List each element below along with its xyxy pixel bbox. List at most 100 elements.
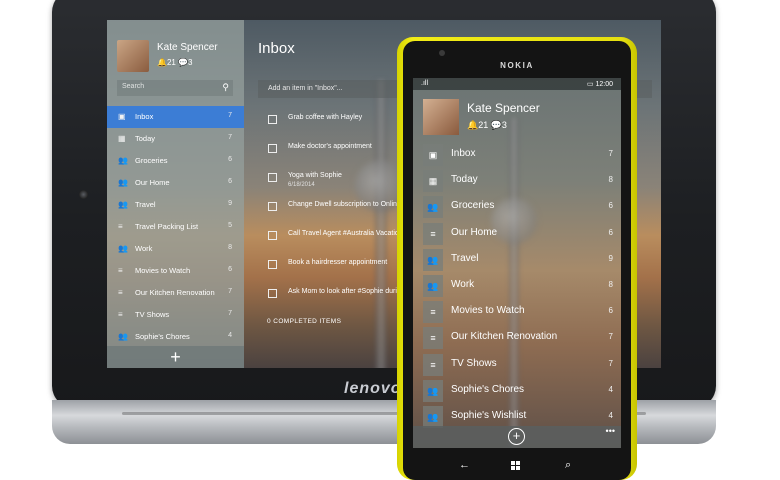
list-item-label: Travel [451,252,479,264]
phone-brand-logo: NOKIA [500,61,534,70]
sidebar-item[interactable]: 👥 Work 8 [107,238,244,260]
sidebar-item-label: Groceries [135,156,168,165]
list-item[interactable]: 👥 Groceries 6 [413,194,621,220]
search-icon[interactable]: ⌕ [565,459,571,472]
profile-header[interactable]: Kate Spencer 🔔21 💬3 [117,40,237,74]
people-icon: 👥 [423,196,443,219]
phone-hardware-nav: ← ⌕ [403,459,631,479]
list-icon: ≡ [423,301,443,324]
sidebar-item[interactable]: 👥 Sophie's Chores 4 [107,326,244,348]
task-checkbox[interactable] [268,289,277,298]
windows-start-icon[interactable] [511,461,521,471]
people-icon: 👥 [118,332,128,341]
list-item-label: Sophie's Chores [451,383,525,395]
list-item-count: 6 [608,201,613,211]
sidebar-item-label: Sophie's Chores [135,332,190,341]
list-item[interactable]: ≡ Our Kitchen Renovation 7 [413,325,621,351]
list-item-count: 7 [608,149,613,158]
list-icon: ≡ [118,288,123,297]
task-checkbox[interactable] [268,231,277,240]
list-item-label: Work [451,278,475,290]
list-item-count: 7 [608,358,613,368]
avatar[interactable] [423,99,459,135]
task-checkbox[interactable] [268,202,277,211]
completed-items-toggle[interactable]: 0 COMPLETED ITEMS [267,318,341,325]
sidebar-item-count: 6 [228,178,232,185]
list-item-label: Our Home [451,226,498,238]
sidebar-item-count: 7 [228,134,232,141]
task-title: Yoga with Sophie [288,172,342,179]
task-checkbox[interactable] [268,260,277,269]
profile-stats[interactable]: 🔔21 💬3 [467,120,507,131]
list-item[interactable]: 👥 Travel 9 [413,247,621,273]
list-item-count: 6 [608,306,613,316]
list-item-label: Groceries [451,200,495,212]
list-item-count: 7 [608,332,613,342]
sidebar-item-count: 6 [228,156,232,163]
task-title: Book a hairdresser appointment [288,259,388,266]
list-item-count: 6 [608,227,613,237]
list-icon: ≡ [423,353,443,376]
list-item-label: Movies to Watch [451,305,525,317]
back-icon[interactable]: ← [459,459,470,471]
list-item[interactable]: ≡ TV Shows 7 [413,352,621,378]
task-checkbox[interactable] [268,144,277,153]
inbox-icon: ▣ [118,112,126,121]
sidebar-item-count: 7 [228,310,232,317]
sidebar-item-label: Our Home [135,178,170,187]
sidebar-item[interactable]: 👥 Groceries 6 [107,150,244,172]
list-icon: ≡ [423,222,443,245]
add-list-button[interactable]: + [107,346,244,368]
page-title: Inbox [258,40,295,57]
people-icon: 👥 [118,156,128,165]
tablet-brand-logo: lenovo [344,380,402,397]
people-icon: 👥 [118,200,128,209]
add-list-button[interactable]: + [508,428,525,445]
sidebar-item[interactable]: ▣ Inbox 7 [107,106,244,128]
list-item[interactable]: 👥 Sophie's Chores 4 [413,378,621,404]
sidebar-item[interactable]: ≡ Movies to Watch 6 [107,260,244,282]
sidebar-item-count: 7 [228,288,232,295]
inbox-icon: ▣ [423,144,443,166]
list-item[interactable]: 👥 Work 8 [413,273,621,299]
add-item-placeholder: Add an item in "Inbox"... [268,85,343,92]
profile-stats[interactable]: 🔔21 💬3 [157,58,193,67]
phone-camera [439,50,445,56]
list-item[interactable]: ▦ Today 8 [413,168,621,194]
task-checkbox[interactable] [268,115,277,124]
people-icon: 👥 [423,248,443,271]
list-icon: ≡ [118,266,123,275]
people-icon: 👥 [118,244,128,253]
sidebar-item[interactable]: ≡ TV Shows 7 [107,304,244,326]
list-item-label: Our Kitchen Renovation [451,331,558,343]
task-title: Grab coffee with Hayley [288,114,363,121]
people-icon: 👥 [423,274,443,297]
list-item-count: 8 [608,175,613,185]
phone-face: NOKIA .ıll ▭ 12:00 Kate Spencer 🔔21 💬3 ▣… [403,41,631,480]
search-input[interactable]: Search ⚲ [117,80,233,96]
list-item-count: 8 [608,279,613,289]
sidebar-item[interactable]: ▦ Today 7 [107,128,244,150]
sidebar-item[interactable]: 👥 Travel 9 [107,194,244,216]
list-item-label: Inbox [451,148,476,159]
task-title: Call Travel Agent #Australia Vacation [288,230,403,237]
calendar-icon: ▦ [118,134,126,143]
calendar-icon: ▦ [423,170,443,193]
more-options-icon[interactable]: ••• [606,426,615,436]
list-item[interactable]: ≡ Movies to Watch 6 [413,299,621,325]
phone-list-nav: ▣ Inbox 7 ▦ Today 8 👥 Groceries 6 ≡ Our Home 6 👥 Trav… [413,142,621,430]
task-checkbox[interactable] [268,173,277,182]
search-icon[interactable]: ⚲ [222,82,229,93]
list-item[interactable]: ▣ Inbox 7 [413,142,621,168]
sidebar-item[interactable]: 👥 Our Home 6 [107,172,244,194]
sidebar-item-count: 6 [228,266,232,273]
sidebar-item-label: Work [135,244,153,253]
tablet-list-nav: ▣ Inbox 7 ▦ Today 7 👥 Groceries 6 👥 Our Home 6 👥 Trav… [107,106,244,348]
avatar[interactable] [117,40,149,72]
phone-device: NOKIA .ıll ▭ 12:00 Kate Spencer 🔔21 💬3 ▣… [397,37,637,480]
list-item-label: TV Shows [451,357,497,369]
sidebar-item[interactable]: ≡ Our Kitchen Renovation 7 [107,282,244,304]
list-item[interactable]: ≡ Our Home 6 [413,221,621,247]
tablet-camera [79,190,88,199]
sidebar-item[interactable]: ≡ Travel Packing List 5 [107,216,244,238]
